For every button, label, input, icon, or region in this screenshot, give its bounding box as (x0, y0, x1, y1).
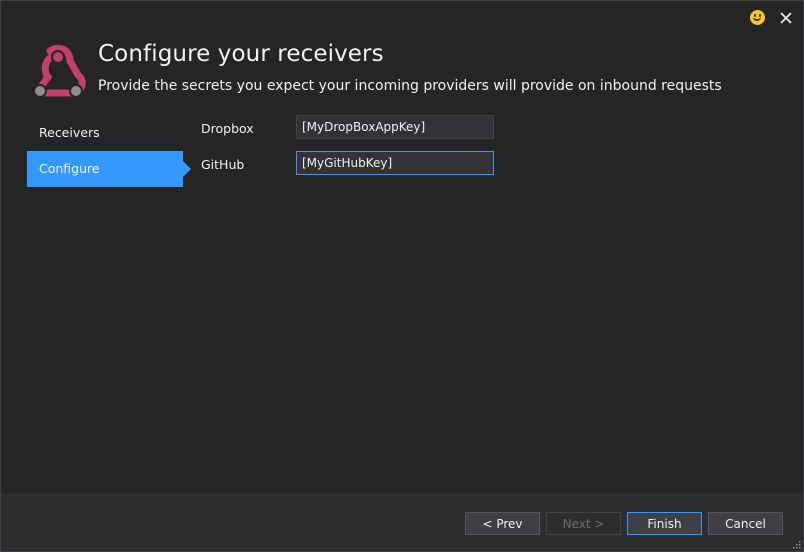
resize-grip-icon[interactable] (791, 539, 801, 549)
page-subtitle: Provide the secrets you expect your inco… (98, 78, 722, 94)
step-configure[interactable]: Configure (27, 151, 191, 187)
wizard-dialog: Configure your receivers Provide the sec… (0, 0, 804, 552)
smiley-feedback-icon[interactable] (750, 10, 765, 25)
step-label: Configure (39, 161, 100, 176)
prev-button[interactable]: < Prev (465, 512, 540, 535)
dropbox-label: Dropbox (201, 121, 254, 136)
step-receivers[interactable]: Receivers (27, 115, 171, 151)
github-secret-input[interactable] (296, 151, 494, 175)
wizard-footer: < Prev Next > Finish Cancel (1, 493, 803, 551)
cancel-button[interactable]: Cancel (708, 512, 783, 535)
page-title: Configure your receivers (98, 41, 384, 67)
titlebar-icons (750, 10, 793, 25)
next-button[interactable]: Next > (546, 512, 621, 535)
github-label: GitHub (201, 157, 245, 172)
close-icon[interactable] (779, 11, 793, 25)
webhook-logo-icon (33, 44, 86, 98)
step-label: Receivers (39, 125, 100, 140)
finish-button[interactable]: Finish (627, 512, 702, 535)
dropbox-secret-input[interactable] (296, 115, 494, 139)
wizard-steps-sidebar: Receivers Configure (27, 115, 191, 187)
